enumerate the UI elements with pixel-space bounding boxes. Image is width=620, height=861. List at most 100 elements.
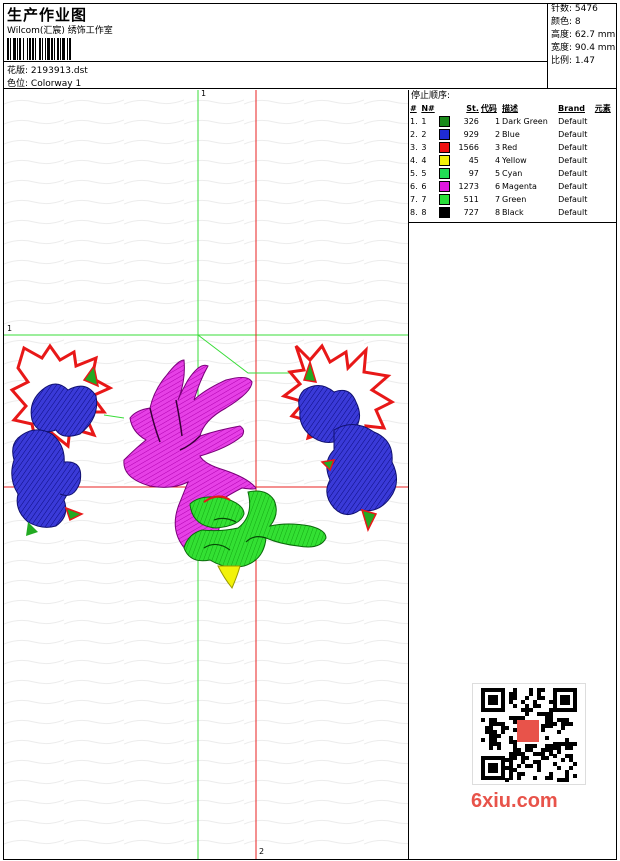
row-element: [594, 128, 615, 141]
row-n: 4: [421, 156, 427, 165]
row-brand: Default: [558, 130, 588, 139]
axis-label-bottom: 2: [259, 847, 265, 856]
row-n: 6: [421, 182, 427, 191]
stop-sequence-label: 停止顺序:: [411, 91, 451, 101]
row-index: 3.: [410, 143, 418, 152]
row-code: 5: [494, 169, 501, 178]
table-row: 5. 5 97 5 Cyan Default: [409, 167, 615, 180]
color-swatch: [439, 116, 451, 127]
colorway-line: 色位: Colorway 1: [7, 76, 81, 89]
row-brand: Default: [558, 208, 588, 217]
row-element: [594, 193, 615, 206]
row-brand: Default: [558, 156, 588, 165]
qr-code: [472, 683, 586, 785]
color-swatch: [439, 207, 451, 218]
color-swatch: [439, 142, 451, 153]
file-value: 2193913.dst: [30, 66, 88, 76]
row-n: 2: [421, 130, 427, 139]
table-header-row: # N# St. 代码 描述 Brand 元素: [409, 102, 615, 115]
row-code: 3: [494, 143, 501, 152]
row-description: Green: [502, 195, 527, 204]
col-brand: Brand: [558, 104, 585, 113]
row-code: 8: [494, 208, 501, 217]
row-stitches: 1566: [458, 143, 479, 152]
row-description: Magenta: [502, 182, 537, 191]
row-brand: Default: [558, 182, 588, 191]
colorway-label: 色位:: [7, 79, 29, 89]
col-n: N#: [421, 104, 435, 113]
row-brand: Default: [558, 195, 588, 204]
table-row: 2. 2 929 2 Blue Default: [409, 128, 615, 141]
row-code: 2: [494, 130, 501, 139]
table-row: 6. 6 1273 6 Magenta Default: [409, 180, 615, 193]
row-index: 5.: [410, 169, 418, 178]
row-stitches: 929: [463, 130, 479, 139]
row-element: [594, 206, 615, 219]
row-index: 8.: [410, 208, 418, 217]
row-description: Yellow: [502, 156, 527, 165]
row-stitches: 511: [463, 195, 479, 204]
col-code: 代码: [480, 104, 497, 113]
row-description: Cyan: [502, 169, 523, 178]
company-name: Wilcom(汇宸) 绣饰工作室: [7, 26, 113, 36]
row-swatch: [438, 115, 453, 128]
row-code: 1: [494, 117, 501, 126]
row-code: 7: [494, 195, 501, 204]
color-swatch: [439, 155, 451, 166]
design-canvas: [4, 90, 408, 859]
row-n: 3: [421, 143, 427, 152]
row-brand: Default: [558, 117, 588, 126]
header: 生产作业图 Wilcom(汇宸) 绣饰工作室 花版: 2193913.dst 色…: [3, 3, 617, 89]
row-description: Blue: [502, 130, 520, 139]
axis-label-top: 1: [201, 90, 207, 98]
row-index: 2.: [410, 130, 418, 139]
row-n: 1: [421, 117, 427, 126]
axis-label-left: 1: [7, 324, 13, 333]
col-index: #: [410, 104, 417, 113]
row-n: 7: [421, 195, 427, 204]
table-row: 7. 7 511 7 Green Default: [409, 193, 615, 206]
row-element: [594, 180, 615, 193]
page-title: 生产作业图: [7, 6, 88, 24]
row-brand: Default: [558, 143, 588, 152]
row-index: 1.: [410, 117, 418, 126]
col-swatch: [438, 102, 453, 115]
row-swatch: [438, 154, 453, 167]
row-swatch: [438, 206, 453, 219]
barcode: [7, 38, 142, 60]
table-row: 1. 1 326 1 Dark Green Default: [409, 115, 615, 128]
row-stitches: 326: [463, 117, 479, 126]
col-description: 描述: [502, 104, 519, 113]
col-element: 元素: [594, 104, 611, 113]
table-row: 3. 3 1566 3 Red Default: [409, 141, 615, 154]
row-index: 4.: [410, 156, 418, 165]
row-stitches: 1273: [458, 182, 479, 191]
design-height: 高度: 62.7 mm: [551, 30, 616, 40]
row-description: Black: [502, 208, 524, 217]
file-label: 花版:: [7, 66, 29, 76]
row-code: 4: [494, 156, 501, 165]
row-description: Dark Green: [502, 117, 548, 126]
col-stitches: St.: [466, 104, 479, 113]
color-count: 颜色: 8: [551, 17, 581, 27]
color-swatch: [439, 181, 451, 192]
watermark-logo: 6xiu.com: [471, 790, 558, 812]
stop-sequence-table: # N# St. 代码 描述 Brand 元素 1. 1 326 1 Dark Gree…: [409, 102, 615, 219]
color-swatch: [439, 129, 451, 140]
row-brand: Default: [558, 169, 588, 178]
colorway-value: Colorway 1: [30, 79, 82, 89]
row-swatch: [438, 128, 453, 141]
row-stitches: 727: [463, 208, 479, 217]
row-swatch: [438, 180, 453, 193]
row-swatch: [438, 141, 453, 154]
color-swatch: [439, 168, 451, 179]
design-width: 宽度: 90.4 mm: [551, 43, 616, 53]
file-line: 花版: 2193913.dst: [7, 63, 88, 76]
row-index: 7.: [410, 195, 418, 204]
row-swatch: [438, 167, 453, 180]
row-index: 6.: [410, 182, 418, 191]
table-divider: [409, 222, 617, 223]
row-n: 8: [421, 208, 427, 217]
row-swatch: [438, 193, 453, 206]
row-element: [594, 115, 615, 128]
